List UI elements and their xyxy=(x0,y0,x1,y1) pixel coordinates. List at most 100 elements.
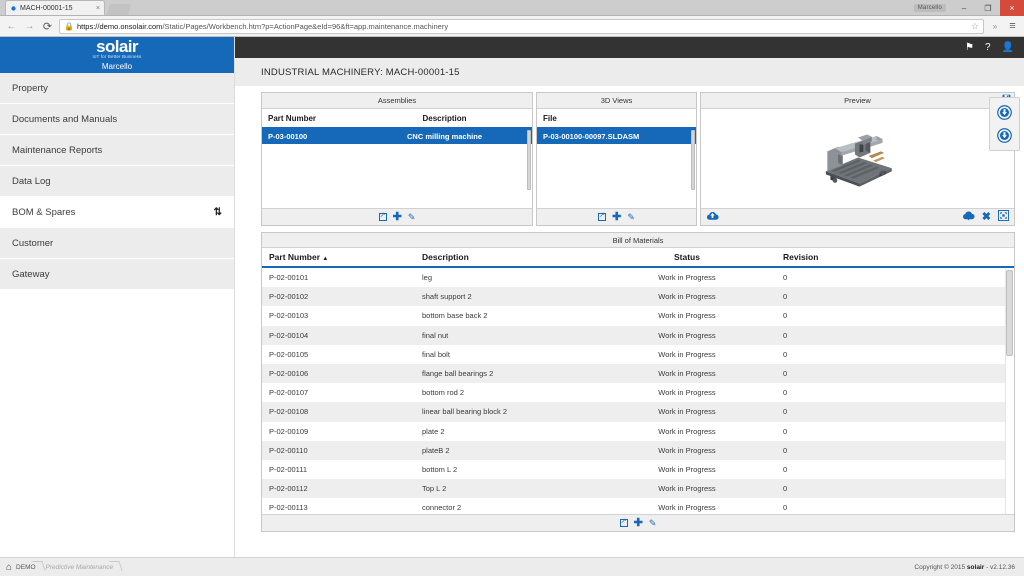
table-row[interactable]: P-02-00105 final bolt Work in Progress 0 xyxy=(262,345,1014,364)
maximize-button[interactable]: ❐ xyxy=(976,0,1000,16)
cell-part-number: P-02-00113 xyxy=(269,503,308,513)
edit-icon[interactable]: ✎ xyxy=(649,518,657,528)
cloud-upload-icon[interactable] xyxy=(706,208,719,226)
column-part-number[interactable]: Part Number ▲ xyxy=(262,252,422,262)
column-description[interactable]: Description xyxy=(357,114,532,123)
3d-views-footer-toolbar: ✚ ✎ xyxy=(537,208,696,225)
add-icon[interactable]: ✚ xyxy=(393,211,402,223)
cell-part-number: P-02-00102 xyxy=(269,292,309,302)
address-bar[interactable]: 🔒 https://demo.onsolair.com/Static/Pages… xyxy=(59,18,984,34)
table-row[interactable]: P-03-00100 CNC milling machine xyxy=(262,129,532,144)
browser-tabstrip: MACH-00001-15 × Marcello – ❐ × xyxy=(0,0,1024,16)
download-circle-icon[interactable] xyxy=(997,105,1012,120)
breadcrumb-root-label: DEMO xyxy=(16,563,36,571)
fullscreen-icon[interactable] xyxy=(997,208,1010,226)
cell-revision: 0 xyxy=(783,292,788,302)
cloud-download-icon[interactable] xyxy=(962,208,975,226)
reload-icon[interactable]: ⟳ xyxy=(41,20,54,33)
help-icon[interactable]: ? xyxy=(985,42,991,53)
delete-icon[interactable]: ✖ xyxy=(982,211,991,223)
column-part-number[interactable]: Part Number xyxy=(262,114,357,123)
3d-views-column-headers: File xyxy=(537,109,696,129)
copyright-prefix: Copyright © 2015 xyxy=(914,563,966,571)
app-page: solair IoT for Better Business Marcello … xyxy=(0,37,1024,557)
table-row[interactable]: P-02-00102 shaft support 2 Work in Progres… xyxy=(262,287,1014,307)
window-controls: Marcello – ❐ × xyxy=(913,0,1024,16)
cell-status: Work in Progress xyxy=(658,503,716,513)
table-row[interactable]: P-02-00103 bottom base back 2 Work in Prog… xyxy=(262,306,1014,325)
back-icon[interactable]: ← xyxy=(5,21,18,32)
forward-icon[interactable]: → xyxy=(23,21,36,32)
table-row[interactable]: P-02-00109 plate 2 Work in Progress 0 xyxy=(262,422,1014,441)
sidebar-item-label: BOM & Spares xyxy=(12,206,76,218)
table-row[interactable]: P-02-00107 bottom rod 2 Work in Progress 0 xyxy=(262,383,1014,402)
table-row[interactable]: P-02-00111 bottom L 2 Work in Progress 0 xyxy=(262,460,1014,479)
table-row[interactable]: P-02-00112 Top L 2 Work in Progress 0 xyxy=(262,479,1014,499)
sort-toggle-icon[interactable]: ⇅ xyxy=(214,207,222,218)
add-icon[interactable]: ✚ xyxy=(634,517,643,529)
cell-part-number: P-02-00110 xyxy=(269,445,308,455)
sidebar-item-documents-and-manuals[interactable]: Documents and Manuals xyxy=(0,104,234,135)
extensions-icon[interactable]: » xyxy=(989,22,1001,31)
close-window-button[interactable]: × xyxy=(1000,0,1024,16)
bom-scrollbar[interactable] xyxy=(1005,268,1014,514)
sidebar-item-customer[interactable]: Customer xyxy=(0,228,234,259)
export-icon[interactable] xyxy=(378,211,387,221)
browser-tab[interactable]: MACH-00001-15 × xyxy=(5,0,105,15)
scrollbar-thumb[interactable] xyxy=(1006,270,1013,356)
url-text: https://demo.onsolair.com/Static/Pages/W… xyxy=(77,22,448,31)
breadcrumb-home[interactable]: ⌂ DEMO xyxy=(6,558,46,576)
scrollbar-thumb[interactable] xyxy=(527,130,531,190)
bookmark-star-icon[interactable]: ☆ xyxy=(971,21,979,32)
preview-viewport[interactable] xyxy=(701,109,1014,208)
flag-icon[interactable]: ⚑ xyxy=(965,42,974,53)
export-icon[interactable] xyxy=(619,517,628,527)
add-icon[interactable]: ✚ xyxy=(612,211,621,223)
sidebar-item-bom-and-spares[interactable]: BOM & Spares ⇅ xyxy=(0,197,234,228)
breadcrumb-current[interactable]: Predictive Maintenance xyxy=(46,558,124,576)
edit-icon[interactable]: ✎ xyxy=(627,212,635,222)
table-row[interactable]: P-02-00106 flange ball bearings 2 Work in … xyxy=(262,363,1014,384)
table-row[interactable]: P-02-00110 plateB 2 Work in Progress 0 xyxy=(262,440,1014,460)
tab-close-icon[interactable]: × xyxy=(96,5,100,12)
edit-icon[interactable]: ✎ xyxy=(408,212,416,222)
copyright-brand: solair xyxy=(966,563,985,571)
browser-menu-icon[interactable]: ≡ xyxy=(1006,20,1019,32)
browser-toolbar: ← → ⟳ 🔒 https://demo.onsolair.com/Static… xyxy=(0,16,1024,37)
page-title: INDUSTRIAL MACHINERY: MACH-00001-15 xyxy=(235,58,1024,86)
column-revision[interactable]: Revision xyxy=(777,252,1014,262)
table-row[interactable]: P-02-00108 linear ball bearing block 2 Wor… xyxy=(262,402,1014,422)
sidebar-item-data-log[interactable]: Data Log xyxy=(0,166,234,197)
cell-part-number: P-02-00101 xyxy=(269,273,309,283)
bom-rows[interactable]: P-02-00101 leg Work in Progress 0 P-02-00102… xyxy=(262,268,1014,514)
column-status[interactable]: Status xyxy=(597,252,777,262)
sidebar-item-maintenance-reports[interactable]: Maintenance Reports xyxy=(0,135,234,166)
export-icon[interactable] xyxy=(598,211,607,221)
assemblies-list[interactable]: P-03-00100 CNC milling machine xyxy=(262,129,532,208)
sidebar-item-label: Customer xyxy=(12,237,54,249)
column-file[interactable]: File xyxy=(537,114,696,123)
cell-description: bottom rod 2 xyxy=(422,388,465,398)
cell-revision: 0 xyxy=(783,503,788,513)
cell-status: Work in Progress xyxy=(658,273,716,283)
column-description[interactable]: Description xyxy=(422,252,597,262)
sidebar-item-gateway[interactable]: Gateway xyxy=(0,259,234,290)
minimize-button[interactable]: – xyxy=(952,0,976,16)
table-row[interactable]: P-03-00100-00097.SLDASM xyxy=(537,129,696,144)
download-circle-icon[interactable] xyxy=(997,128,1012,143)
top-bar: ⚑ ? 👤 xyxy=(235,37,1024,58)
user-account-icon[interactable]: 👤 xyxy=(1002,42,1014,53)
table-row[interactable]: P-02-00101 leg Work in Progress 0 xyxy=(262,268,1014,287)
new-tab-button[interactable] xyxy=(106,4,132,15)
sort-ascending-icon: ▲ xyxy=(322,256,329,262)
table-row[interactable]: P-02-00113 connector 2 Work in Progress 0 xyxy=(262,498,1014,514)
cell-part-number: P-02-00111 xyxy=(269,464,308,474)
table-row[interactable]: P-02-00104 final nut Work in Progress 0 xyxy=(262,325,1014,345)
cell-description: plateB 2 xyxy=(422,445,450,455)
3d-views-list[interactable]: P-03-00100-00097.SLDASM xyxy=(537,129,696,208)
cell-status: Work in Progress xyxy=(658,426,716,436)
column-part-number-label: Part Number xyxy=(269,252,321,262)
cnc-milling-machine-render xyxy=(825,133,892,187)
scrollbar-thumb[interactable] xyxy=(691,130,695,190)
sidebar-item-property[interactable]: Property xyxy=(0,73,234,104)
